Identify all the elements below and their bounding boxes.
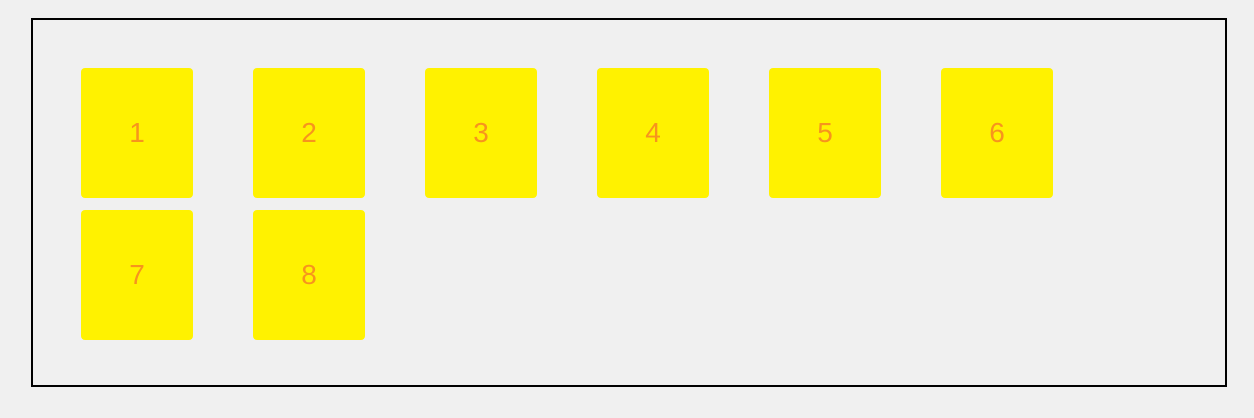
grid-item: 8 [253, 210, 365, 340]
grid-item: 4 [597, 68, 709, 198]
grid-item: 5 [769, 68, 881, 198]
grid-item: 1 [81, 68, 193, 198]
grid-item: 2 [253, 68, 365, 198]
grid-item: 6 [941, 68, 1053, 198]
item-grid: 1 2 3 4 5 6 7 8 [81, 68, 1113, 340]
flex-container: 1 2 3 4 5 6 7 8 [31, 18, 1227, 387]
grid-item: 7 [81, 210, 193, 340]
grid-item: 3 [425, 68, 537, 198]
